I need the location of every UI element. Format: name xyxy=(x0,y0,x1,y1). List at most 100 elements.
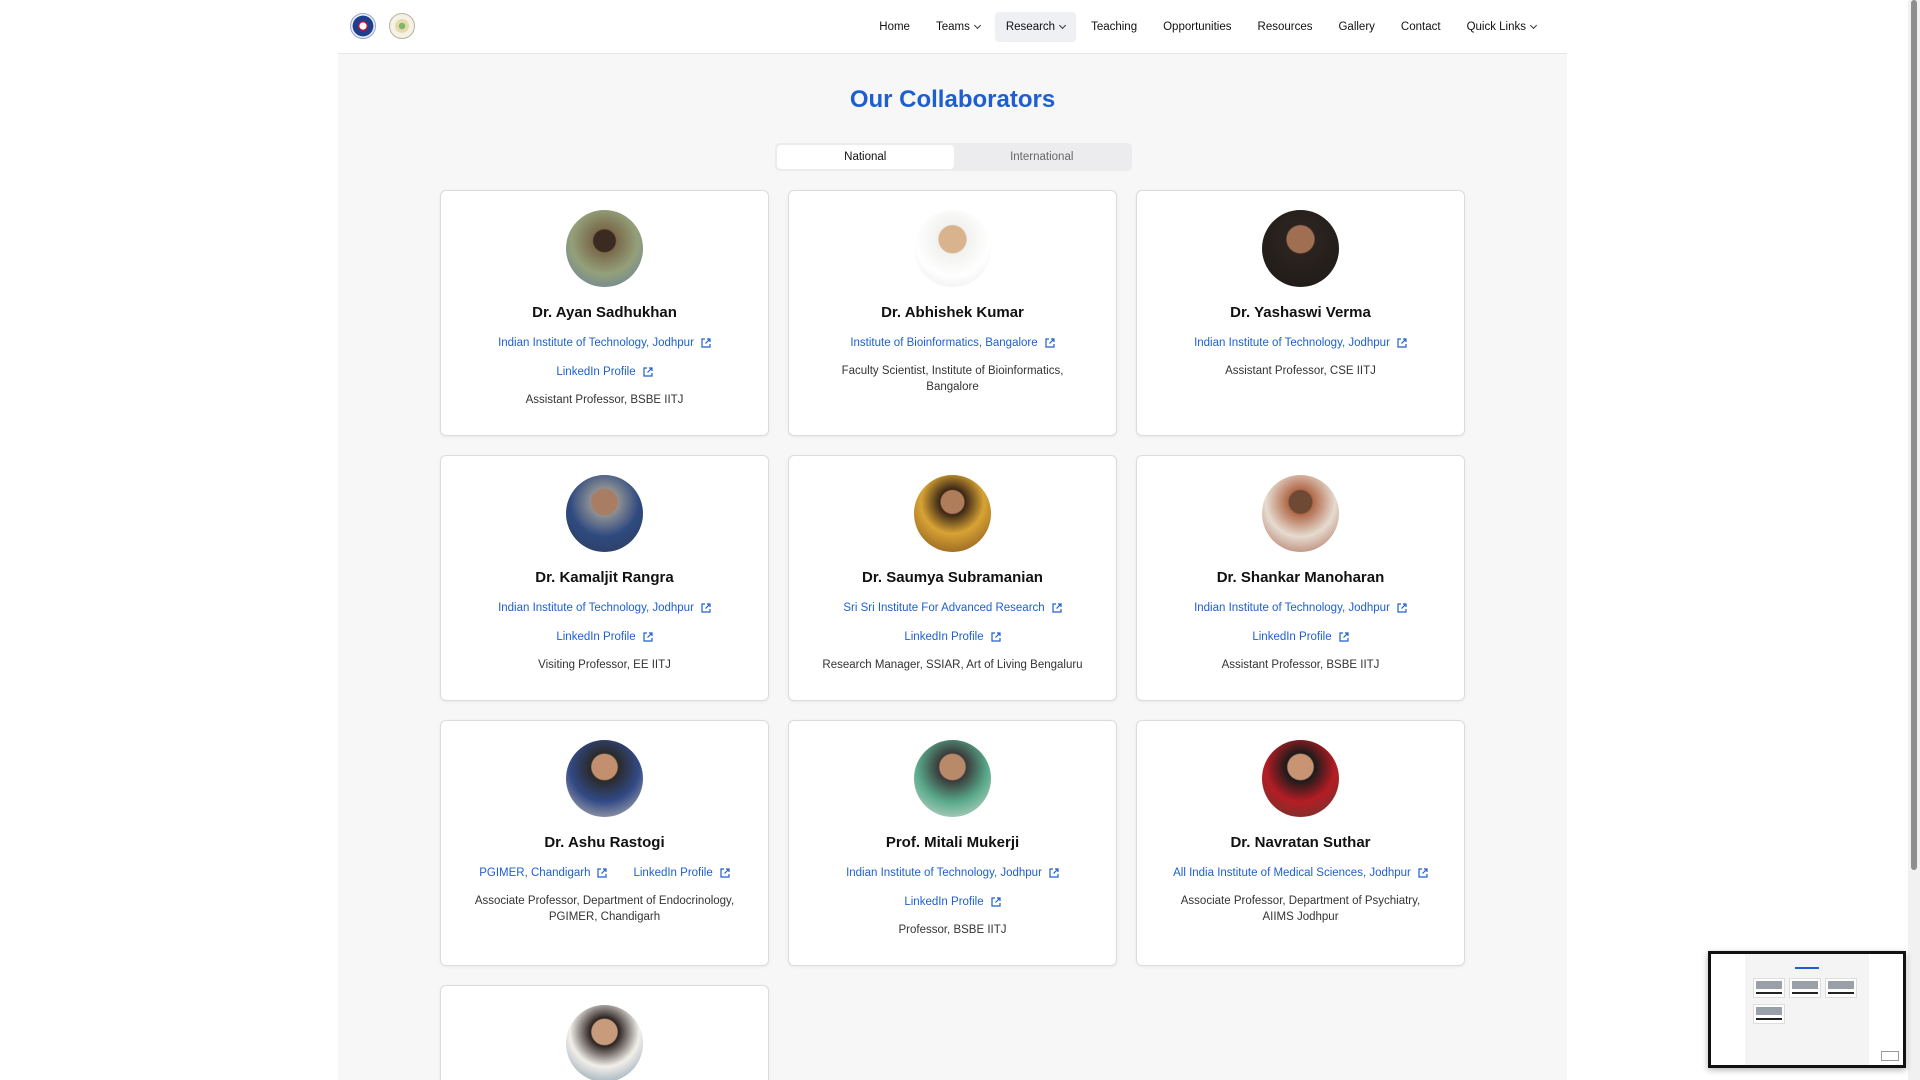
linkedin-link-label: LinkedIn Profile xyxy=(556,366,636,378)
institution-link[interactable]: Indian Institute of Technology, Jodhpur xyxy=(1194,337,1407,349)
chevron-down-icon xyxy=(973,21,981,30)
page-container: Home Teams Research Teaching Opportuniti… xyxy=(338,0,1567,1080)
linkedin-link-label: LinkedIn Profile xyxy=(1252,631,1332,643)
linkedin-link[interactable]: LinkedIn Profile xyxy=(556,631,653,643)
thumbnail-page xyxy=(1745,954,1869,1065)
external-link-icon xyxy=(1045,338,1055,348)
avatar xyxy=(566,475,643,552)
linkedin-link[interactable]: LinkedIn Profile xyxy=(1252,631,1349,643)
collaborator-links: All India Institute of Medical Sciences,… xyxy=(1173,867,1428,879)
nav-research[interactable]: Research xyxy=(994,12,1077,42)
external-link-icon xyxy=(643,632,653,642)
collaborator-role: Visiting Professor, EE IITJ xyxy=(538,659,671,671)
nav-home-label: Home xyxy=(879,21,910,33)
institution-link[interactable]: Indian Institute of Technology, Jodhpur xyxy=(498,602,711,614)
collaborator-role: Faculty Scientist, Institute of Bioinfor… xyxy=(841,365,1064,393)
nav-gallery-label: Gallery xyxy=(1338,21,1375,33)
page-thumbnail-preview[interactable] xyxy=(1708,951,1906,1068)
external-link-icon xyxy=(1049,868,1059,878)
page-title: Our Collaborators xyxy=(849,86,1056,113)
external-link-icon xyxy=(643,367,653,377)
collaborator-links: Indian Institute of Technology, Jodhpur … xyxy=(498,337,711,378)
collaborator-role: Associate Professor, Department of Endoc… xyxy=(474,895,735,923)
collaborator-card: Dr. Ashu Rastogi PGIMER, Chandigarh Link… xyxy=(440,720,769,966)
collaborator-role: Assistant Professor, BSBE IITJ xyxy=(1221,659,1380,671)
scrollbar-thumb[interactable] xyxy=(1911,0,1917,870)
collaborator-name: Dr. Yashaswi Verma xyxy=(1230,304,1371,321)
nav-resources-label: Resources xyxy=(1257,21,1313,33)
collaborator-card: Prof. Mitali Mukerji Indian Institute of… xyxy=(788,720,1117,966)
institution-link-label: PGIMER, Chandigarh xyxy=(479,867,591,879)
nav-quick-links-label: Quick Links xyxy=(1466,21,1526,33)
avatar xyxy=(1262,740,1339,817)
collaborator-card: Dr. Ayan Sadhukhan Indian Institute of T… xyxy=(440,190,769,436)
external-link-icon xyxy=(1418,868,1428,878)
avatar xyxy=(1262,475,1339,552)
main-nav: Home Teams Research Teaching Opportuniti… xyxy=(868,12,1547,42)
nav-opportunities[interactable]: Opportunities xyxy=(1152,12,1242,42)
external-link-icon xyxy=(701,338,711,348)
collaborator-card: Dr. Kamaljit Rangra Indian Institute of … xyxy=(440,455,769,701)
institute-logo[interactable] xyxy=(350,13,376,39)
linkedin-link[interactable]: LinkedIn Profile xyxy=(904,896,1001,908)
nav-contact[interactable]: Contact xyxy=(1390,12,1452,42)
institution-link[interactable]: All India Institute of Medical Sciences,… xyxy=(1173,867,1428,879)
collaborator-tabs: National International xyxy=(775,143,1132,171)
collaborator-name: Dr. Ashu Rastogi xyxy=(544,834,665,851)
nav-gallery[interactable]: Gallery xyxy=(1327,12,1385,42)
thumbnail-zoom-control[interactable] xyxy=(1881,1051,1899,1061)
nav-contact-label: Contact xyxy=(1400,21,1441,33)
linkedin-link[interactable]: LinkedIn Profile xyxy=(904,631,1001,643)
external-link-icon xyxy=(1339,632,1349,642)
institution-link-label: Indian Institute of Technology, Jodhpur xyxy=(498,602,694,614)
avatar xyxy=(1262,210,1339,287)
collaborator-links: Institute of Bioinformatics, Bangalore xyxy=(850,337,1055,349)
collaborator-links: Sri Sri Institute For Advanced Research … xyxy=(843,602,1062,643)
top-navbar: Home Teams Research Teaching Opportuniti… xyxy=(338,0,1567,54)
institution-link[interactable]: Indian Institute of Technology, Jodhpur xyxy=(846,867,1059,879)
collaborator-card xyxy=(440,985,769,1080)
avatar xyxy=(914,740,991,817)
nav-teams-label: Teams xyxy=(935,21,970,33)
collaborator-links: Indian Institute of Technology, Jodhpur … xyxy=(498,602,711,643)
lab-logo[interactable] xyxy=(389,13,415,39)
tab-national[interactable]: National xyxy=(777,145,954,169)
institution-link-label: Indian Institute of Technology, Jodhpur xyxy=(846,867,1042,879)
collaborator-name: Dr. Saumya Subramanian xyxy=(862,569,1043,586)
chevron-down-icon xyxy=(1059,21,1067,30)
institution-link[interactable]: Institute of Bioinformatics, Bangalore xyxy=(850,337,1055,349)
avatar xyxy=(566,1005,643,1080)
institution-link-label: Institute of Bioinformatics, Bangalore xyxy=(850,337,1038,349)
collaborator-role: Research Manager, SSIAR, Art of Living B… xyxy=(822,659,1083,671)
linkedin-link[interactable]: LinkedIn Profile xyxy=(633,867,730,879)
nav-quick-links[interactable]: Quick Links xyxy=(1456,12,1547,42)
institution-link[interactable]: Indian Institute of Technology, Jodhpur xyxy=(498,337,711,349)
linkedin-link-label: LinkedIn Profile xyxy=(633,867,713,879)
thumbnail-card xyxy=(1789,978,1821,998)
collaborator-role: Assistant Professor, CSE IITJ xyxy=(1225,365,1376,377)
institution-link[interactable]: Indian Institute of Technology, Jodhpur xyxy=(1194,602,1407,614)
external-link-icon xyxy=(720,868,730,878)
tab-international[interactable]: International xyxy=(954,145,1131,169)
nav-home[interactable]: Home xyxy=(868,12,921,42)
thumbnail-card xyxy=(1825,978,1857,998)
nav-teaching[interactable]: Teaching xyxy=(1080,12,1148,42)
collaborator-role: Associate Professor, Department of Psych… xyxy=(1180,895,1421,923)
collaborator-links: Indian Institute of Technology, Jodhpur xyxy=(1194,337,1407,349)
linkedin-link[interactable]: LinkedIn Profile xyxy=(556,366,653,378)
collaborator-links: Indian Institute of Technology, Jodhpur … xyxy=(1194,602,1407,643)
external-link-icon xyxy=(991,632,1001,642)
external-link-icon xyxy=(991,897,1001,907)
avatar xyxy=(914,210,991,287)
page-scrollbar[interactable] xyxy=(1908,0,1920,1080)
institution-link[interactable]: PGIMER, Chandigarh xyxy=(479,867,608,879)
nav-resources[interactable]: Resources xyxy=(1247,12,1324,42)
avatar xyxy=(914,475,991,552)
nav-teams[interactable]: Teams xyxy=(925,12,991,42)
collaborator-name: Prof. Mitali Mukerji xyxy=(885,834,1020,851)
institution-link-label: Indian Institute of Technology, Jodhpur xyxy=(1194,337,1390,349)
linkedin-link-label: LinkedIn Profile xyxy=(904,896,984,908)
institution-link[interactable]: Sri Sri Institute For Advanced Research xyxy=(843,602,1062,614)
nav-opportunities-label: Opportunities xyxy=(1163,21,1232,33)
collaborator-grid: Dr. Ayan Sadhukhan Indian Institute of T… xyxy=(440,190,1466,1080)
